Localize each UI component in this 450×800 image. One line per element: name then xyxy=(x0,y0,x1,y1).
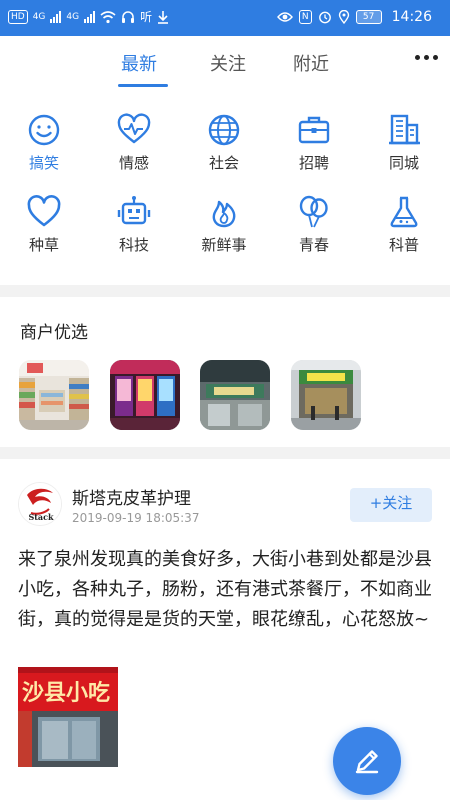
category-label: 情感 xyxy=(118,154,149,172)
author-name[interactable]: 斯塔克皮革护理 xyxy=(72,484,191,509)
category-label: 社会 xyxy=(208,154,239,172)
heart-icon xyxy=(27,195,61,227)
category-label: 青春 xyxy=(298,236,329,254)
briefcase-icon xyxy=(298,116,330,144)
signal-icon xyxy=(50,11,62,23)
sim2-label: 4G xyxy=(66,12,80,22)
post-image[interactable]: 沙县小吃 xyxy=(18,667,118,767)
category-local[interactable]: 同城 xyxy=(369,112,439,173)
balloons-icon xyxy=(299,195,328,228)
shop-sign-text: 沙县小吃 xyxy=(22,680,110,706)
pencil-icon xyxy=(355,750,379,774)
status-bar: HD 4G 4G 听 N 57 14:26 xyxy=(0,0,450,36)
section-title: 商户优选 xyxy=(20,323,88,343)
category-label: 招聘 xyxy=(298,154,329,172)
category-label: 同城 xyxy=(388,154,419,172)
clock: 14:26 xyxy=(391,9,432,25)
eye-icon xyxy=(276,12,293,22)
battery-icon: 57 xyxy=(355,10,382,24)
post-text: 来了泉州发现真的美食好多，大街小巷到处都是沙县小吃，各种丸子，肠粉，还有港式茶餐… xyxy=(18,549,432,630)
signal-icon-2 xyxy=(84,11,96,23)
globe-icon xyxy=(208,114,240,146)
category-label: 新鲜事 xyxy=(201,236,247,254)
top-tabs: 最新 关注 附近 xyxy=(0,36,450,92)
category-label: 科普 xyxy=(388,236,419,254)
category-recommend[interactable]: 种草 xyxy=(9,194,79,255)
merchant-thumb-storefront[interactable] xyxy=(291,360,361,430)
category-label: 搞笑 xyxy=(28,154,59,172)
section-divider xyxy=(0,285,450,297)
category-fresh[interactable]: 新鲜事 xyxy=(189,194,259,255)
listen-label: 听 xyxy=(140,10,153,24)
category-label: 种草 xyxy=(28,236,59,254)
category-tech[interactable]: 科技 xyxy=(99,194,169,255)
category-science[interactable]: 科普 xyxy=(369,194,439,255)
merchant-thumb-supermarket[interactable] xyxy=(19,360,89,430)
avatar-logo-text: Stack xyxy=(28,512,54,522)
tab-following[interactable]: 关注 xyxy=(210,50,246,76)
alarm-icon xyxy=(318,11,331,24)
tab-nearby[interactable]: 附近 xyxy=(293,50,329,76)
hd-indicator: HD xyxy=(8,10,28,24)
more-icon[interactable] xyxy=(415,55,438,60)
heart-pulse-icon xyxy=(117,113,151,144)
sim1-label: 4G xyxy=(32,12,46,22)
smile-icon xyxy=(28,114,60,146)
category-funny[interactable]: 搞笑 xyxy=(9,112,79,173)
building-icon xyxy=(389,114,420,145)
wifi-icon xyxy=(100,11,116,24)
post-timestamp: 2019-09-19 18:05:37 xyxy=(72,511,200,525)
tab-latest[interactable]: 最新 xyxy=(121,50,157,76)
merchant-thumb-mall[interactable] xyxy=(200,360,270,430)
follow-button[interactable]: +关注 xyxy=(350,488,432,522)
download-icon xyxy=(158,11,169,24)
category-youth[interactable]: 青春 xyxy=(279,194,349,255)
category-society[interactable]: 社会 xyxy=(189,112,259,173)
compose-button[interactable] xyxy=(333,727,401,795)
location-icon xyxy=(338,10,349,24)
nfc-icon: N xyxy=(298,10,312,24)
section-divider xyxy=(0,447,450,459)
robot-icon xyxy=(117,196,151,225)
category-label: 科技 xyxy=(118,236,149,254)
category-recruit[interactable]: 招聘 xyxy=(279,112,349,173)
author-avatar[interactable]: Stack xyxy=(18,482,62,526)
headphones-icon xyxy=(122,11,135,23)
active-tab-indicator xyxy=(118,84,168,87)
flame-icon xyxy=(212,200,236,228)
merchant-thumb-arcade[interactable] xyxy=(110,360,180,430)
category-emotion[interactable]: 情感 xyxy=(99,112,169,173)
category-grid: 搞笑 情感 社会 招聘 同城 种草 科技 新鲜事 青春 科普 xyxy=(0,104,450,282)
flask-icon xyxy=(390,196,418,228)
